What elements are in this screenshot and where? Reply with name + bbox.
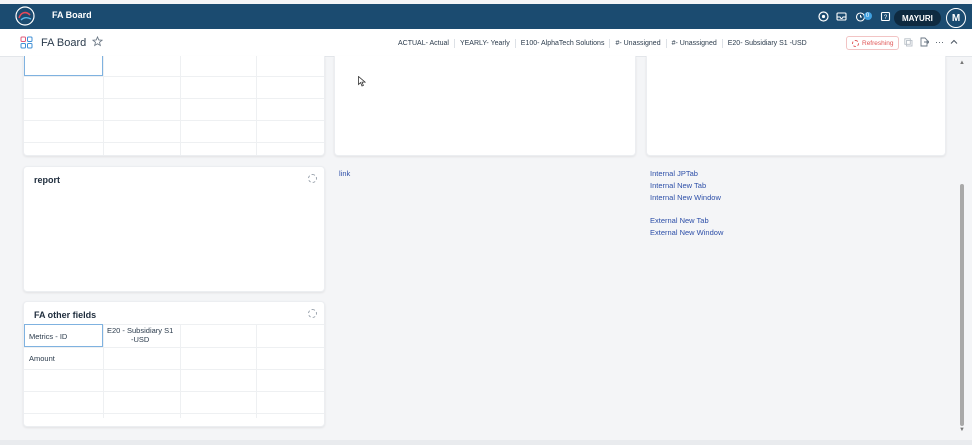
- grid-col-line: [256, 56, 257, 155]
- notification-count-badge: 0: [863, 12, 872, 20]
- link-internal-new-window[interactable]: Internal New Window: [650, 193, 721, 202]
- user-menu-button[interactable]: MAYURI: [894, 10, 941, 26]
- grid-header-entity-line2: -USD: [131, 335, 150, 344]
- timer-icon[interactable]: 0: [852, 9, 874, 23]
- avatar-initial: M: [951, 12, 961, 24]
- top-right-widget: [646, 56, 946, 156]
- report-widget: report: [23, 166, 325, 292]
- filter-dimension-2[interactable]: #- Unassigned: [665, 39, 722, 48]
- refresh-status-button[interactable]: Refreshing: [846, 36, 900, 50]
- grid-row-line: [24, 142, 324, 143]
- filter-period[interactable]: YEARLY- Yearly: [453, 39, 515, 48]
- help-box-icon[interactable]: ?: [878, 9, 892, 23]
- refresh-spinner-icon: [852, 39, 859, 47]
- grid-row-line: [24, 369, 324, 370]
- fa-grid: Metrics - ID E20 - Subsidiary S1 -USD Am…: [24, 324, 324, 418]
- user-name: MAYURI: [902, 13, 933, 23]
- chevron-up-icon[interactable]: [950, 38, 958, 46]
- grid-col-line: [103, 56, 104, 155]
- top-middle-widget: [334, 56, 636, 156]
- grid-row-amount[interactable]: Amount: [29, 354, 55, 363]
- help-circle-icon[interactable]: [816, 9, 830, 23]
- more-options-icon[interactable]: ···: [935, 37, 944, 47]
- board-grid-icon: [20, 36, 33, 49]
- copy-icon[interactable]: [904, 37, 913, 47]
- link-widget-label[interactable]: link: [339, 169, 350, 178]
- board-filters: ACTUAL- Actual YEARLY- Yearly E100- Alph…: [398, 39, 812, 48]
- grid-selected-cell[interactable]: [24, 56, 103, 76]
- link-internal-jptab[interactable]: Internal JPTab: [650, 169, 698, 178]
- report-title: report: [34, 175, 61, 185]
- grid-row-line: [24, 391, 324, 392]
- inbox-icon[interactable]: [834, 9, 848, 23]
- loading-spinner-icon: [308, 174, 317, 183]
- link-internal-new-tab[interactable]: Internal New Tab: [650, 181, 706, 190]
- board-header: FA Board ACTUAL- Actual YEARLY- Yearly E…: [0, 29, 972, 57]
- scroll-down-arrow-icon[interactable]: ▼: [958, 427, 966, 433]
- link-external-new-tab[interactable]: External New Tab: [650, 216, 709, 225]
- grid-col-line: [180, 324, 181, 418]
- grid-row-line: [24, 120, 324, 121]
- grid-header-metrics-id: Metrics - ID: [29, 332, 68, 341]
- top-grid-widget: [23, 56, 325, 156]
- refresh-label: Refreshing: [862, 39, 894, 47]
- filter-entity[interactable]: E100- AlphaTech Solutions: [514, 39, 610, 48]
- app-title: FA Board: [52, 10, 92, 20]
- avatar[interactable]: M: [946, 8, 966, 28]
- loading-spinner-icon: [308, 309, 317, 318]
- filter-currency-entity[interactable]: E20- Subsidiary S1 -USD: [721, 39, 812, 48]
- grid-col-line: [180, 56, 181, 155]
- grid-header-entity-line1: E20 - Subsidiary S1: [107, 326, 174, 335]
- mouse-cursor-icon: [358, 76, 366, 87]
- favorite-star-icon[interactable]: [92, 36, 103, 47]
- fa-other-fields-title: FA other fields: [34, 310, 97, 320]
- grid-row-line: [24, 98, 324, 99]
- page-scrollbar-thumb[interactable]: [960, 184, 964, 426]
- link-external-new-window[interactable]: External New Window: [650, 228, 723, 237]
- grid-row-line: [24, 76, 324, 77]
- app-logo-icon[interactable]: [14, 6, 36, 26]
- filter-scenario[interactable]: ACTUAL- Actual: [398, 39, 454, 48]
- export-icon[interactable]: [919, 37, 929, 47]
- app-header-bar: FA Board 0 ? MAYURI M: [0, 4, 972, 29]
- header-utility-icons: 0 ?: [816, 9, 892, 23]
- filter-dimension-1[interactable]: #- Unassigned: [609, 39, 665, 48]
- board-actions: ···: [904, 37, 958, 47]
- grid-row-line: [24, 413, 324, 414]
- board-title: FA Board: [41, 37, 87, 49]
- grid-row-line: [24, 347, 324, 348]
- grid-col-line: [256, 324, 257, 418]
- bottom-edge: [0, 440, 972, 445]
- grid-col-line: [103, 324, 104, 418]
- fa-other-fields-widget: FA other fields Metrics - ID E20 - Subsi…: [23, 301, 325, 427]
